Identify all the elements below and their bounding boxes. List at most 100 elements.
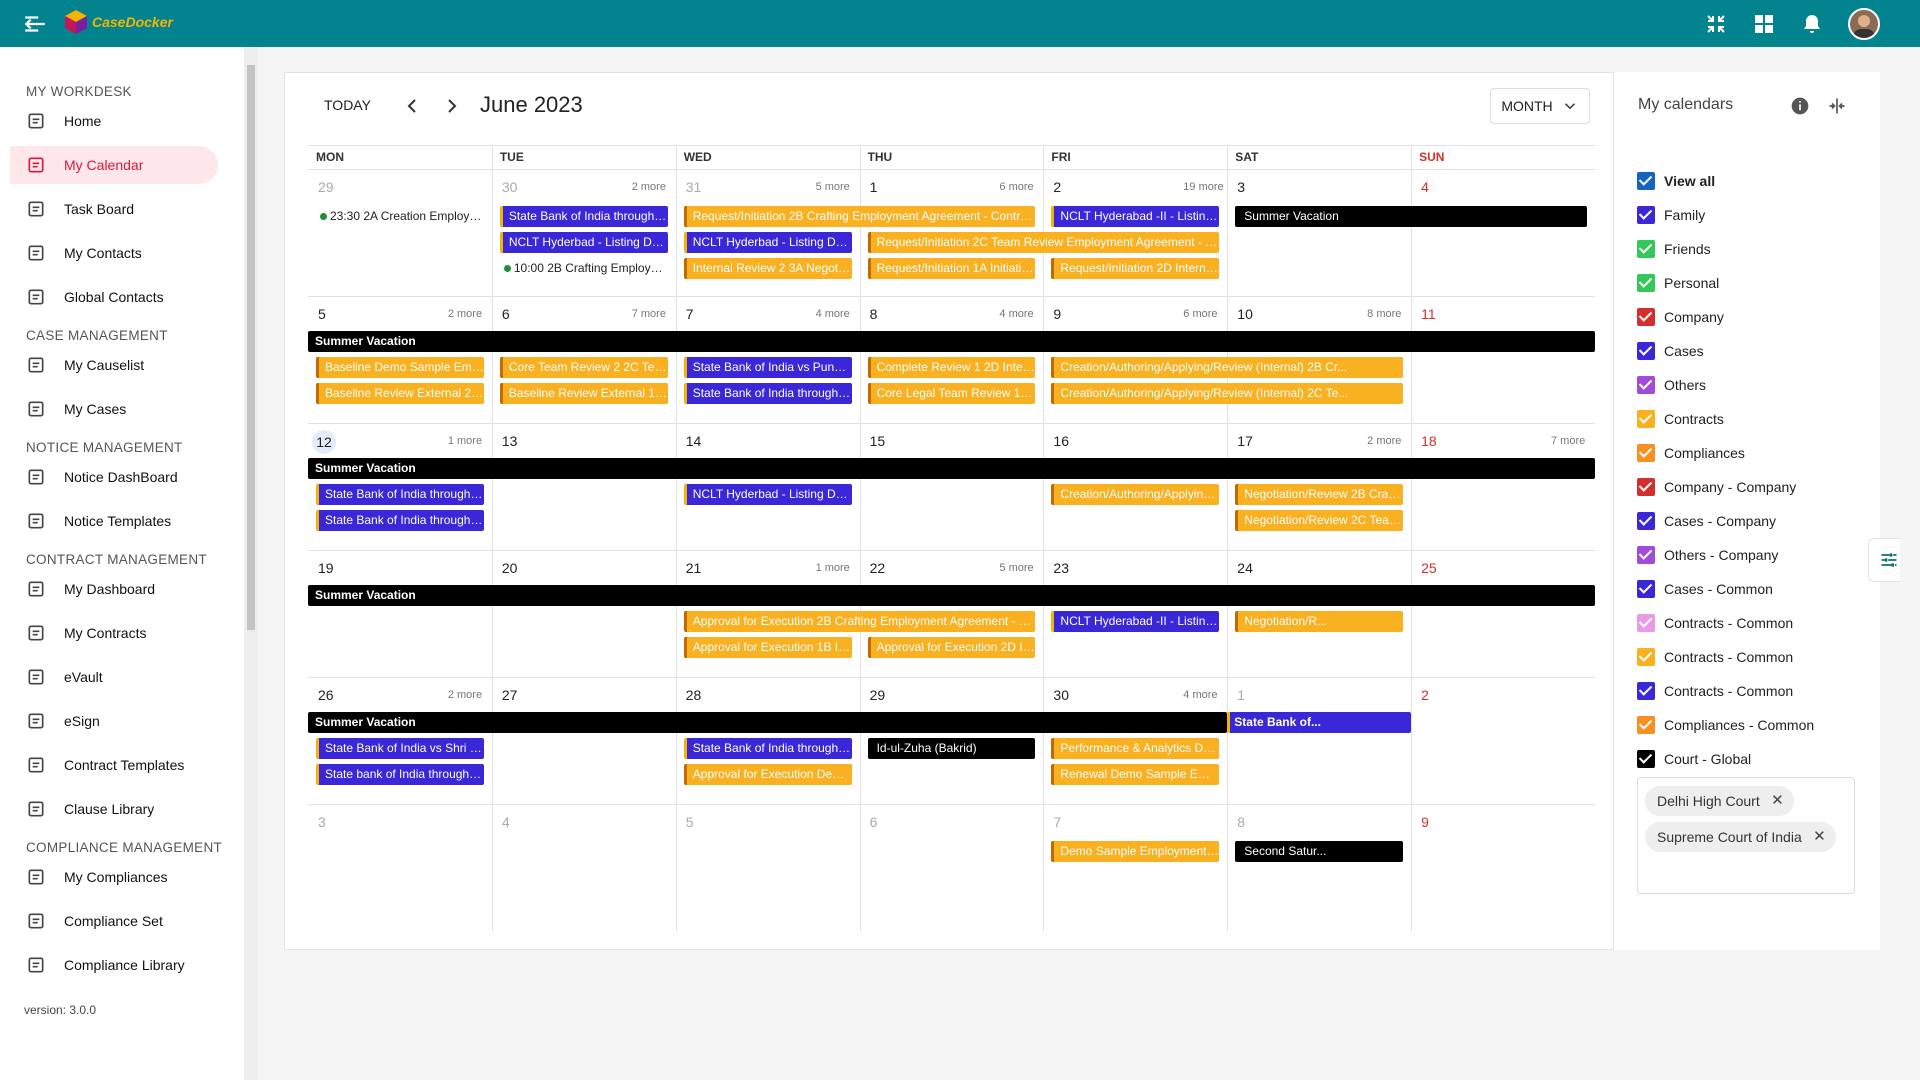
calendar-event[interactable]: NCLT Hyderbad - Listing Date bbox=[683, 484, 852, 505]
checkbox-checked-icon[interactable] bbox=[1637, 750, 1655, 768]
sidebar-item-clause-library[interactable]: Clause Library bbox=[10, 790, 218, 828]
more-events-link[interactable]: 1 more bbox=[448, 435, 482, 447]
day-number[interactable]: 1 bbox=[870, 179, 878, 195]
sidebar-item-my-compliances[interactable]: My Compliances bbox=[10, 858, 218, 896]
calendar-filter-item[interactable]: Family bbox=[1637, 204, 1705, 226]
checkbox-checked-icon[interactable] bbox=[1637, 546, 1655, 564]
calendar-event[interactable]: Negotiation/Review 2C Team Rev... bbox=[1235, 510, 1404, 531]
calendar-event[interactable]: State bank of India throughAnjali... bbox=[316, 764, 484, 785]
checkbox-checked-icon[interactable] bbox=[1637, 614, 1655, 632]
calendar-event[interactable]: State Bank of India through Bran... bbox=[316, 484, 484, 505]
sidebar-item-my-contracts[interactable]: My Contracts bbox=[10, 614, 218, 652]
sidebar-item-notice-dashboard[interactable]: Notice DashBoard bbox=[10, 458, 218, 496]
calendar-event[interactable]: Id-ul-Zuha (Bakrid) bbox=[867, 738, 1036, 759]
calendar-filter-item[interactable]: Contracts - Common bbox=[1637, 646, 1793, 668]
calendar-event[interactable]: Negotiation/R... bbox=[1235, 611, 1404, 632]
checkbox-checked-icon[interactable] bbox=[1637, 410, 1655, 428]
menu-collapse-icon[interactable] bbox=[22, 11, 48, 37]
calendar-filter-item[interactable]: Company - Company bbox=[1637, 476, 1796, 498]
day-number[interactable]: 4 bbox=[1421, 179, 1429, 195]
more-events-link[interactable]: 2 more bbox=[1367, 435, 1401, 447]
sidebar-item-evault[interactable]: eVault bbox=[10, 658, 218, 696]
next-month-icon[interactable] bbox=[440, 94, 464, 118]
day-number[interactable]: 5 bbox=[318, 306, 326, 322]
day-number[interactable]: 12 bbox=[312, 430, 336, 454]
day-number[interactable]: 21 bbox=[686, 560, 702, 576]
sidebar-item-contract-templates[interactable]: Contract Templates bbox=[10, 746, 218, 784]
sidebar-item-esign[interactable]: eSign bbox=[10, 702, 218, 740]
day-number[interactable]: 10 bbox=[1237, 306, 1253, 322]
calendar-event[interactable]: State Bank of India through Alan... bbox=[316, 510, 484, 531]
more-events-link[interactable]: 2 more bbox=[448, 689, 482, 701]
checkbox-checked-icon[interactable] bbox=[1637, 274, 1655, 292]
calendar-event[interactable]: State Bank of India through its C... bbox=[683, 738, 852, 759]
checkbox-checked-icon[interactable] bbox=[1637, 172, 1655, 190]
calendar-event[interactable]: State Bank of... bbox=[1227, 712, 1412, 733]
day-number[interactable]: 9 bbox=[1053, 306, 1061, 322]
calendar-event[interactable]: Performance & Analytics Demo S... bbox=[1051, 738, 1220, 759]
calendar-event[interactable]: Core Legal Team Review 1 Demo... bbox=[867, 383, 1036, 404]
day-number[interactable]: 25 bbox=[1421, 560, 1437, 576]
calendar-event[interactable]: Demo Sample Employment Agree... bbox=[1051, 841, 1220, 862]
more-events-link[interactable]: 19 more bbox=[1183, 181, 1223, 193]
day-number[interactable]: 26 bbox=[318, 687, 334, 703]
checkbox-checked-icon[interactable] bbox=[1637, 512, 1655, 530]
day-number[interactable]: 19 bbox=[318, 560, 334, 576]
sidebar-item-my-contacts[interactable]: My Contacts bbox=[10, 234, 218, 272]
more-events-link[interactable]: 6 more bbox=[999, 181, 1033, 193]
checkbox-checked-icon[interactable] bbox=[1637, 240, 1655, 258]
day-number[interactable]: 20 bbox=[502, 560, 518, 576]
day-number[interactable]: 6 bbox=[502, 306, 510, 322]
checkbox-checked-icon[interactable] bbox=[1637, 648, 1655, 666]
view-select-button[interactable]: MONTH bbox=[1490, 88, 1590, 124]
calendar-filter-item[interactable]: Friends bbox=[1637, 238, 1711, 260]
calendar-filter-item[interactable]: Compliances - Common bbox=[1637, 714, 1814, 736]
more-events-link[interactable]: 2 more bbox=[632, 181, 666, 193]
calendar-filter-item[interactable]: Cases bbox=[1637, 340, 1704, 362]
day-number[interactable]: 1 bbox=[1237, 687, 1245, 703]
more-events-link[interactable]: 4 more bbox=[816, 308, 850, 320]
checkbox-checked-icon[interactable] bbox=[1637, 444, 1655, 462]
day-number[interactable]: 23 bbox=[1053, 560, 1069, 576]
more-events-link[interactable]: 8 more bbox=[1367, 308, 1401, 320]
day-number[interactable]: 31 bbox=[686, 179, 702, 195]
day-number[interactable]: 9 bbox=[1421, 814, 1429, 830]
sidebar-item-task-board[interactable]: Task Board bbox=[10, 190, 218, 228]
calendar-event[interactable]: Approval for Execution Demo Sa... bbox=[683, 764, 852, 785]
calendar-event[interactable]: Summer Vacation bbox=[1235, 206, 1587, 227]
calendar-event[interactable]: Core Team Review 2 2C Team Re... bbox=[499, 357, 668, 378]
sidebar-item-compliance-set[interactable]: Compliance Set bbox=[10, 902, 218, 940]
day-number[interactable]: 27 bbox=[502, 687, 518, 703]
day-number[interactable]: 30 bbox=[502, 179, 518, 195]
checkbox-checked-icon[interactable] bbox=[1637, 478, 1655, 496]
more-events-link[interactable]: 4 more bbox=[999, 308, 1033, 320]
day-number[interactable]: 14 bbox=[686, 433, 702, 449]
more-events-link[interactable]: 5 more bbox=[816, 181, 850, 193]
calendar-event[interactable]: NCLT Hyderabad -II - Listing Date bbox=[1051, 611, 1220, 632]
calendar-event[interactable]: Summer Vacation bbox=[308, 585, 1595, 606]
calendar-event[interactable]: Request/Initiation 2D Internal Re... bbox=[1051, 258, 1220, 279]
day-number[interactable]: 29 bbox=[870, 687, 886, 703]
calendar-event[interactable]: Creation/Authoring/Applying/Review (Inte… bbox=[1051, 383, 1404, 404]
checkbox-checked-icon[interactable] bbox=[1637, 376, 1655, 394]
calendar-event[interactable]: Second Satur... bbox=[1235, 841, 1404, 862]
day-number[interactable]: 8 bbox=[1237, 814, 1245, 830]
calendar-filter-item[interactable]: Others - Company bbox=[1637, 544, 1778, 566]
checkbox-checked-icon[interactable] bbox=[1637, 308, 1655, 326]
day-number[interactable]: 7 bbox=[1053, 814, 1061, 830]
day-number[interactable]: 7 bbox=[686, 306, 694, 322]
court-chip[interactable]: Supreme Court of India ✕ bbox=[1645, 822, 1836, 852]
calendar-event[interactable]: Summer Vacation bbox=[308, 331, 1595, 352]
more-events-link[interactable]: 7 more bbox=[1551, 435, 1585, 447]
calendar-filter-item[interactable]: Court - Global bbox=[1637, 748, 1751, 770]
day-number[interactable]: 28 bbox=[686, 687, 702, 703]
previous-month-icon[interactable] bbox=[400, 94, 424, 118]
sidebar-scrollbar-thumb[interactable] bbox=[247, 65, 255, 630]
checkbox-checked-icon[interactable] bbox=[1637, 342, 1655, 360]
info-icon[interactable] bbox=[1790, 96, 1810, 116]
calendar-event[interactable]: Baseline Review External 1 Demo... bbox=[499, 383, 668, 404]
calendar-event[interactable]: Complete Review 1 2D Internal R... bbox=[867, 357, 1036, 378]
calendar-event[interactable]: State Bank of India vs Pune Peo... bbox=[683, 357, 852, 378]
day-number[interactable]: 3 bbox=[318, 814, 326, 830]
calendar-event[interactable]: NCLT Hyderabad -II - Listing Date bbox=[1051, 206, 1220, 227]
